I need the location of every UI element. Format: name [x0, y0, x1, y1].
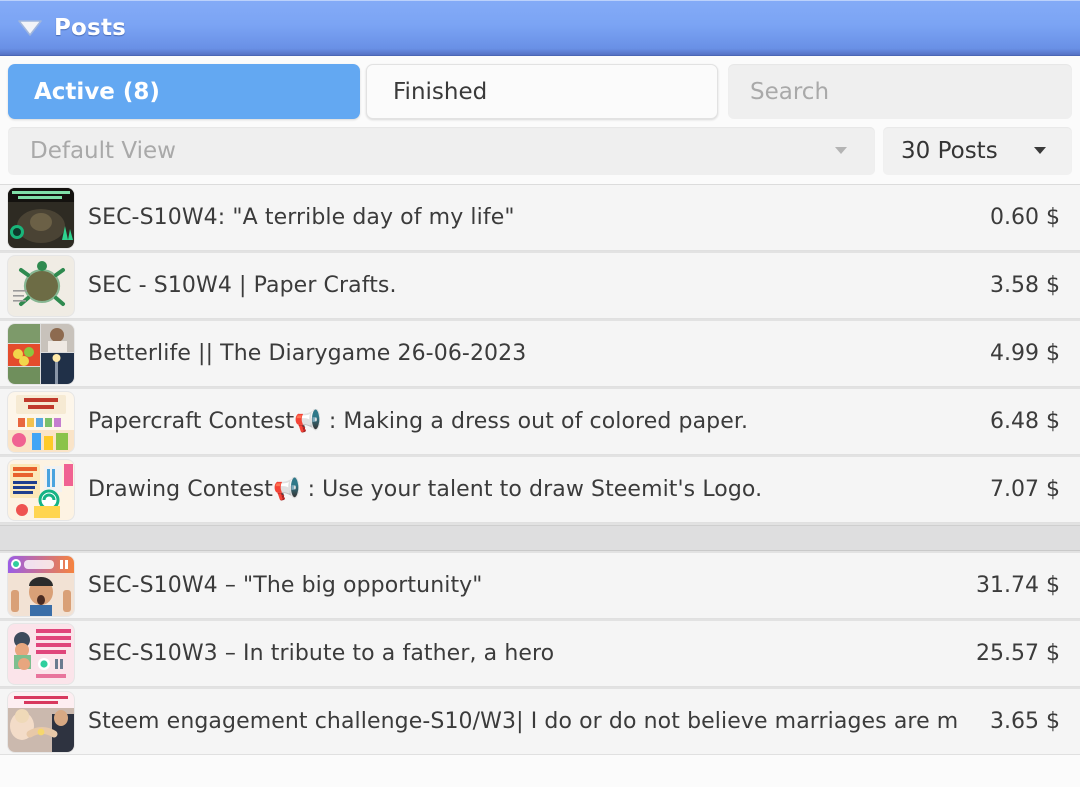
big-opportunity-thumb: [8, 555, 74, 616]
post-title: Papercraft Contest📢 : Making a dress out…: [88, 409, 749, 434]
post-title: SEC-S10W4: "A terrible day of my life": [88, 205, 515, 230]
table-row[interactable]: SEC - S10W4 | Paper Crafts. 3.58 $: [0, 253, 1080, 319]
post-title: Drawing Contest📢 : Use your talent to dr…: [88, 477, 763, 502]
panel-header[interactable]: Posts: [0, 0, 1080, 56]
filter-bar: Default View 30 Posts: [0, 123, 1080, 185]
table-row[interactable]: SEC-S10W4: "A terrible day of my life" 0.…: [0, 185, 1080, 251]
table-row[interactable]: SEC-S10W3 – In tribute to a father, a he…: [0, 621, 1080, 687]
triangle-down-icon[interactable]: [14, 15, 46, 41]
dark-jungle-thumb: [8, 187, 74, 248]
view-select[interactable]: Default View: [8, 126, 875, 175]
table-row[interactable]: Papercraft Contest📢 : Making a dress out…: [0, 389, 1080, 455]
post-list: SEC-S10W4: "A terrible day of my life" 0.…: [0, 185, 1080, 755]
search-input[interactable]: Search: [728, 64, 1072, 119]
drawing-contest-thumb: [8, 459, 74, 520]
tab-finished-label: Finished: [393, 78, 488, 105]
chevron-down-icon: [835, 147, 847, 154]
table-row[interactable]: Steem engagement challenge-S10/W3| I do …: [0, 689, 1080, 755]
post-payout-value: 0.60 $: [990, 205, 1060, 230]
post-payout-value: 6.48 $: [990, 409, 1060, 434]
table-row[interactable]: Betterlife || The Diarygame 26-06-2023 4.…: [0, 321, 1080, 387]
post-title: SEC-S10W3 – In tribute to a father, a he…: [88, 641, 555, 666]
tab-finished[interactable]: Finished: [366, 64, 718, 119]
post-title: Betterlife || The Diarygame 26-06-2023: [88, 341, 527, 366]
chevron-down-icon: [1034, 147, 1046, 154]
post-title: Steem engagement challenge-S10/W3| I do …: [88, 709, 959, 734]
tabs-bar: Active (8) Finished Search: [0, 56, 1080, 123]
search-placeholder: Search: [750, 78, 830, 105]
post-count-select[interactable]: 30 Posts: [883, 126, 1072, 175]
tribute-father-thumb: [8, 623, 74, 684]
post-payout-value: 3.58 $: [990, 273, 1060, 298]
papercraft-contest-thumb: [8, 391, 74, 452]
post-payout-value: 25.57 $: [976, 641, 1060, 666]
post-count-select-value: 30 Posts: [901, 137, 998, 164]
post-payout-value: 3.65 $: [990, 709, 1060, 734]
table-row[interactable]: Drawing Contest📢 : Use your talent to dr…: [0, 457, 1080, 523]
post-payout-value: 7.07 $: [990, 477, 1060, 502]
table-row[interactable]: SEC-S10W4 – "The big opportunity" 31.74 $: [0, 553, 1080, 619]
posts-panel: Posts Active (8) Finished Search Default…: [0, 0, 1080, 787]
list-group-separator: [0, 525, 1080, 551]
post-title: SEC-S10W4 – "The big opportunity": [88, 573, 483, 598]
view-select-value: Default View: [30, 137, 176, 164]
post-payout-value: 4.99 $: [990, 341, 1060, 366]
list-bottom-space: [0, 755, 1080, 787]
tab-active[interactable]: Active (8): [8, 64, 360, 119]
paper-turtle-thumb: [8, 255, 74, 316]
tab-active-label: Active (8): [34, 78, 160, 105]
post-title: SEC - S10W4 | Paper Crafts.: [88, 273, 397, 298]
photo-collage-thumb: [8, 323, 74, 384]
page-title: Posts: [54, 14, 127, 41]
marriage-thumb: [8, 691, 74, 752]
post-payout-value: 31.74 $: [976, 573, 1060, 598]
